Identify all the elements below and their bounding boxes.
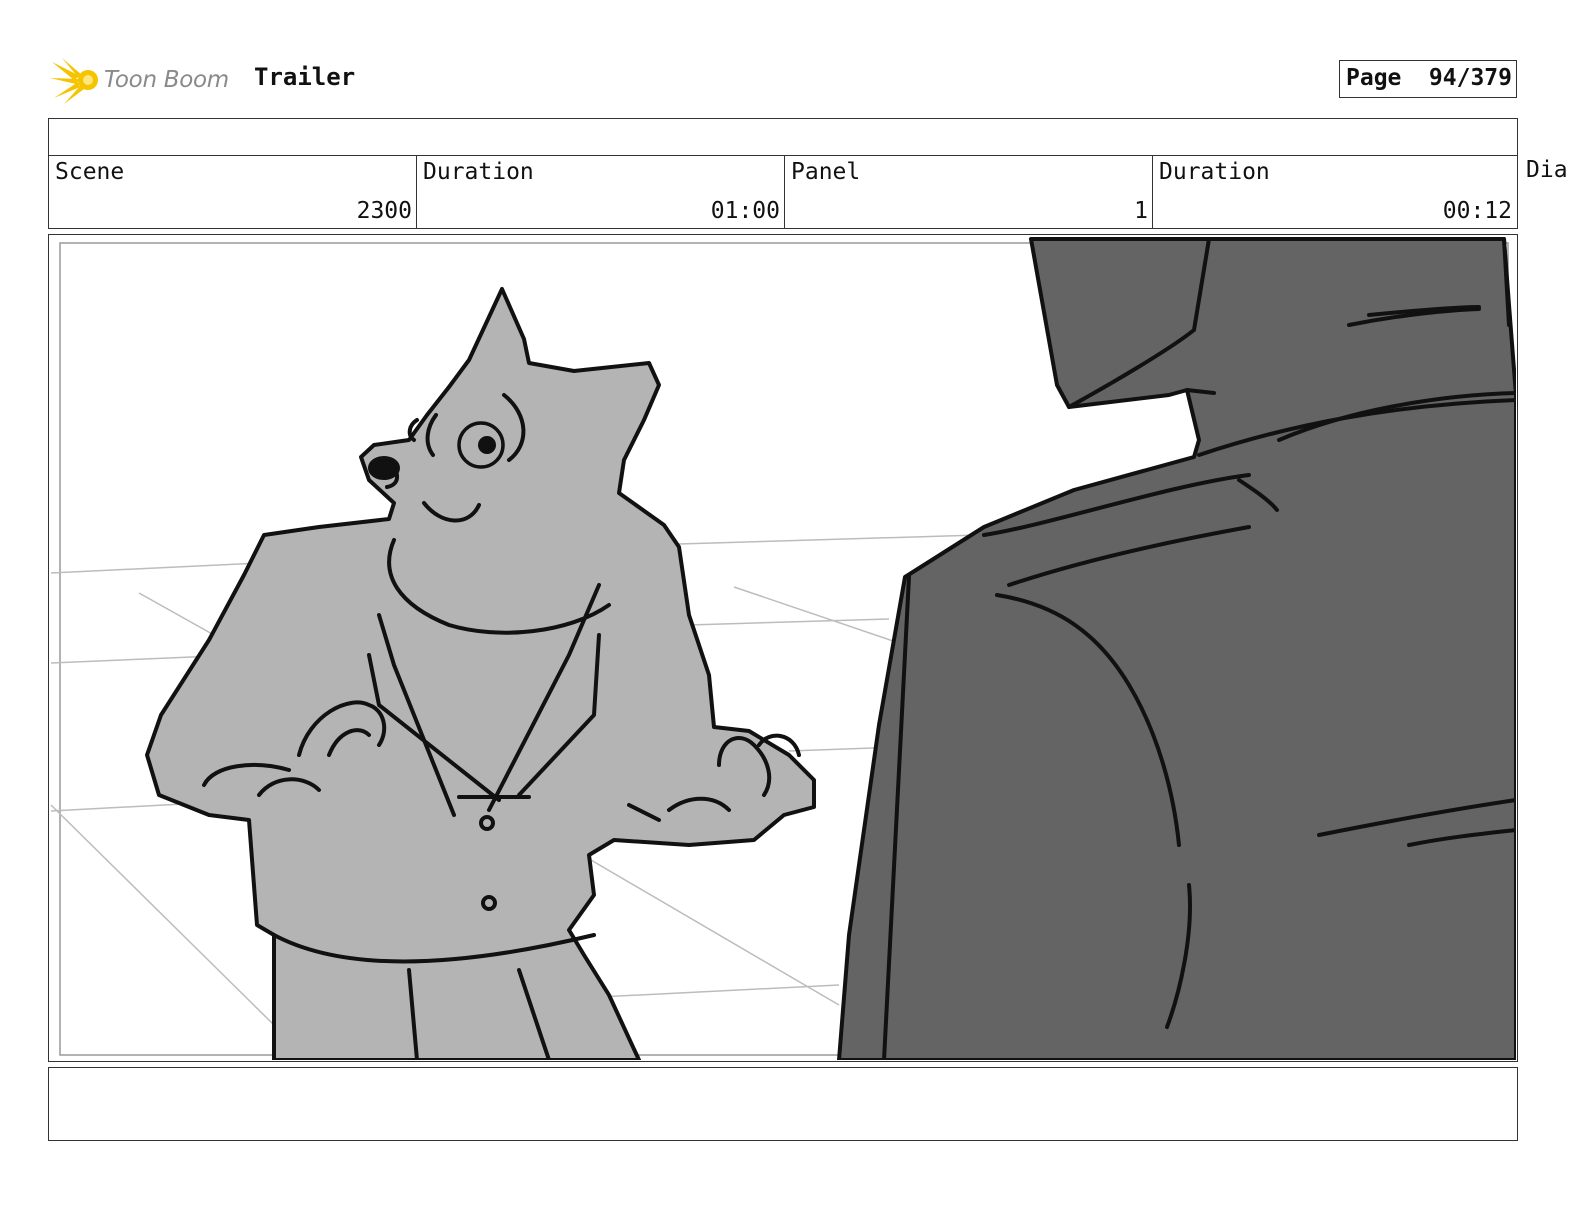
panel-value: 1 xyxy=(1134,198,1148,224)
page-indicator: Page 94/379 xyxy=(1339,60,1517,98)
panel-sketch xyxy=(50,237,1517,1061)
logo-wordmark: Toon Boom xyxy=(104,67,229,93)
toon-boom-logo: Toon Boom xyxy=(50,54,240,108)
panel-duration-cell: Duration 00:12 xyxy=(1153,156,1516,228)
starburst-icon xyxy=(50,58,98,104)
panel-duration-value: 00:12 xyxy=(1442,198,1512,224)
panel-label: Panel xyxy=(791,159,861,185)
panel-cell: Panel 1 xyxy=(785,156,1153,228)
scene-label: Scene xyxy=(55,159,125,185)
foreground-figure xyxy=(837,237,1517,1061)
scene-cell: Scene 2300 xyxy=(49,156,417,228)
panel-duration-label: Duration xyxy=(1159,159,1270,185)
header-row: Scene 2300 Duration 01:00 Panel 1 Durati… xyxy=(49,155,1517,228)
scene-duration-label: Duration xyxy=(423,159,534,185)
project-title: Trailer xyxy=(254,63,356,91)
notes-box xyxy=(48,1067,1518,1141)
storyboard-panel xyxy=(48,234,1518,1062)
page-label: Page xyxy=(1346,65,1402,91)
scene-header: Scene 2300 Duration 01:00 Panel 1 Durati… xyxy=(48,118,1518,229)
page-number: 94/379 xyxy=(1428,65,1512,91)
dialogue-label: Dia xyxy=(1526,157,1568,183)
scene-duration-value: 01:00 xyxy=(710,198,780,224)
dog-character xyxy=(145,287,816,1061)
scene-value: 2300 xyxy=(356,198,412,224)
scene-duration-cell: Duration 01:00 xyxy=(417,156,785,228)
